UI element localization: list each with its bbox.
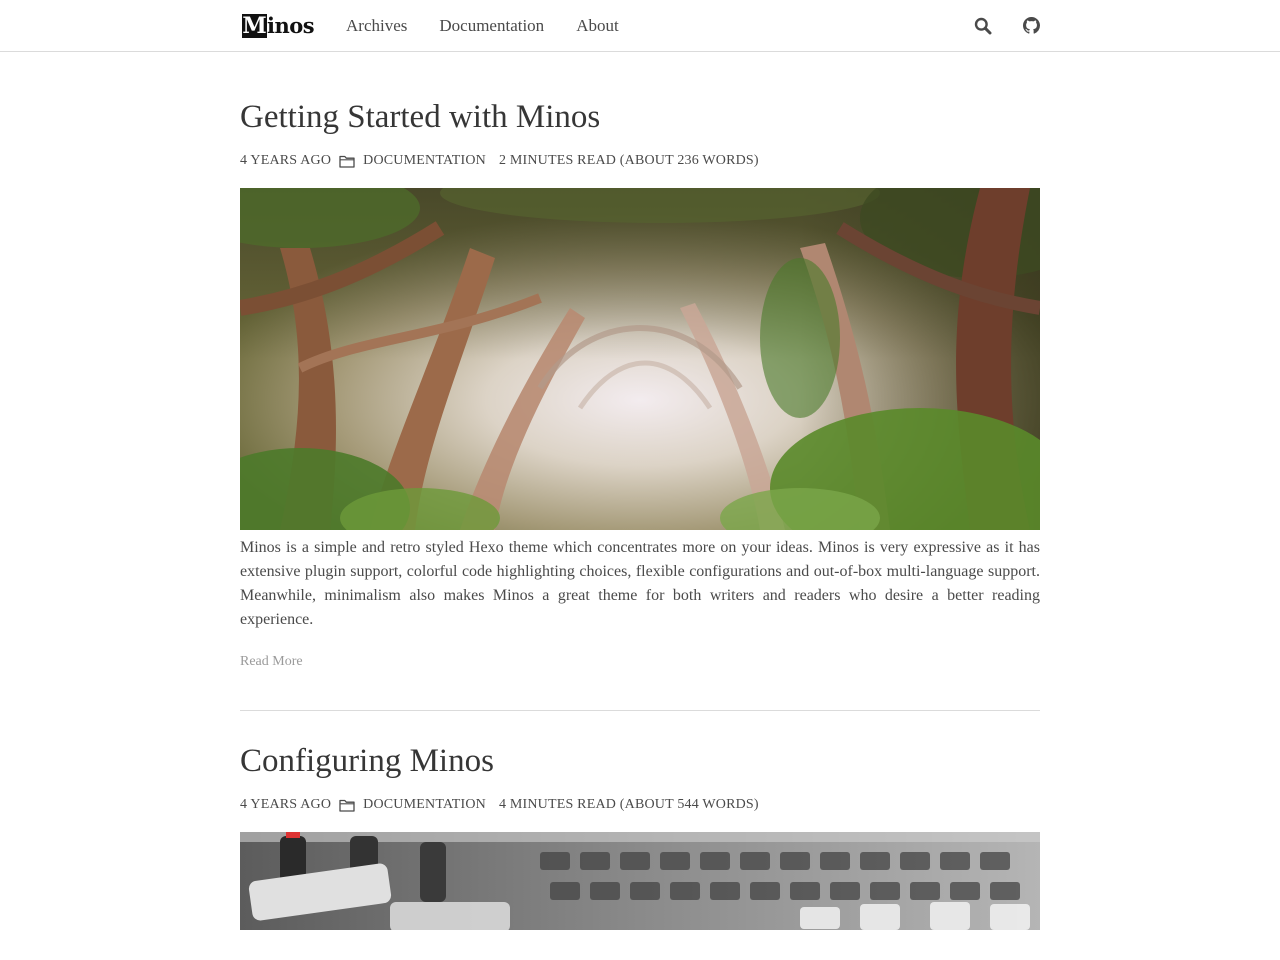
search-icon[interactable] bbox=[974, 17, 992, 35]
read-more-row: Read More bbox=[240, 650, 1040, 670]
forest-tree-tunnel-image bbox=[240, 188, 1040, 530]
article-card: Configuring Minos 4 years ago Documentat… bbox=[240, 711, 1040, 930]
article-date: 4 years ago bbox=[240, 153, 332, 168]
logo-text: inos bbox=[267, 13, 315, 38]
article-read-time: 4 minutes read (About 544 words) bbox=[498, 797, 759, 812]
article-meta: 4 years ago Documentation 2 minutes read… bbox=[240, 151, 1040, 171]
read-more-link[interactable]: Read More bbox=[240, 654, 303, 669]
article-category[interactable]: Documentation bbox=[363, 153, 486, 169]
nav-link-about[interactable]: About bbox=[576, 16, 619, 36]
main-content: Getting Started with Minos 4 years ago D… bbox=[240, 52, 1040, 930]
nav-links: Archives Documentation About bbox=[346, 0, 651, 51]
article-title[interactable]: Getting Started with Minos bbox=[240, 97, 1040, 137]
article-thumbnail[interactable] bbox=[240, 188, 1040, 530]
article-card: Getting Started with Minos 4 years ago D… bbox=[240, 52, 1040, 670]
nav-link-archives[interactable]: Archives bbox=[346, 16, 407, 36]
article-excerpt: Minos is a simple and retro styled Hexo … bbox=[240, 539, 1040, 628]
site-logo[interactable]: Minos bbox=[242, 13, 315, 39]
nav-link-documentation[interactable]: Documentation bbox=[439, 16, 544, 36]
article-category[interactable]: Documentation bbox=[363, 797, 486, 813]
article-thumbnail[interactable] bbox=[240, 832, 1040, 930]
navbar: Minos Archives Documentation About bbox=[0, 0, 1280, 52]
logo-letter: M bbox=[242, 13, 267, 39]
article-meta: 4 years ago Documentation 4 minutes read… bbox=[240, 795, 1040, 815]
folder-icon bbox=[339, 799, 355, 812]
github-icon[interactable] bbox=[1022, 17, 1040, 35]
article-read-time: 2 minutes read (About 236 words) bbox=[498, 153, 759, 168]
article-date: 4 years ago bbox=[240, 797, 332, 812]
article-title[interactable]: Configuring Minos bbox=[240, 741, 1040, 781]
audio-mixer-image bbox=[240, 832, 1040, 930]
nav-icons bbox=[944, 0, 1040, 51]
folder-icon bbox=[339, 155, 355, 168]
navbar-container: Minos Archives Documentation About bbox=[240, 0, 1040, 51]
